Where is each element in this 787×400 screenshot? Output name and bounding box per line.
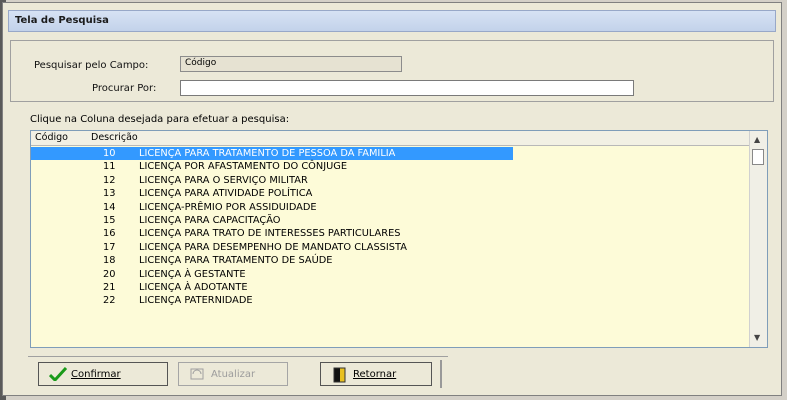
back-button[interactable]: Retornar: [320, 362, 432, 386]
row-description: LICENÇA À GESTANTE: [139, 268, 246, 280]
row-description: LICENÇA PARA O SERVIÇO MILITAR: [139, 174, 308, 186]
refresh-button[interactable]: Atualizar: [178, 362, 288, 386]
table-row[interactable]: 10 LICENÇA PARA TRATAMENTO DE PESSOA DA F…: [31, 147, 513, 161]
table-row[interactable]: 14 LICENÇA-PRÊMIO POR ASSIDUIDADE: [31, 201, 751, 214]
row-code: 12: [103, 174, 116, 186]
table-row[interactable]: 11 LICENÇA POR AFASTAMENTO DO CÔNJUGE: [31, 160, 751, 173]
row-code: 10: [103, 148, 116, 159]
search-field-display: Código: [180, 56, 402, 72]
row-code: 13: [103, 188, 116, 200]
row-code: 15: [103, 214, 116, 226]
row-code: 16: [103, 228, 116, 240]
row-description: LICENÇA PARA TRATO DE INTERESSES PARTICU…: [139, 228, 401, 240]
row-description: LICENÇA PATERNIDADE: [139, 295, 253, 307]
table-row[interactable]: 16 LICENÇA PARA TRATO DE INTERESSES PARTI…: [31, 227, 751, 240]
row-code: 14: [103, 201, 116, 213]
table-row[interactable]: 20 LICENÇA À GESTANTE: [31, 268, 751, 281]
door-exit-icon: [331, 367, 347, 383]
table-row[interactable]: 13 LICENÇA PARA ATIVIDADE POLÍTICA: [31, 187, 751, 200]
row-description: LICENÇA PARA TRATAMENTO DE SAÚDE: [139, 255, 333, 267]
scroll-up-arrow-icon[interactable]: ▲: [754, 135, 760, 144]
confirm-button-label: Confirmar: [71, 368, 121, 380]
grid-header: Código Descrição: [31, 131, 751, 146]
row-description: LICENÇA À ADOTANTE: [139, 281, 248, 293]
checkmark-icon: [48, 366, 68, 383]
table-row[interactable]: 18 LICENÇA PARA TRATAMENTO DE SAÚDE: [31, 254, 751, 267]
refresh-button-label: Atualizar: [211, 368, 256, 380]
table-row[interactable]: 21 LICENÇA À ADOTANTE: [31, 281, 751, 294]
vertical-scrollbar[interactable]: ▲ ▼: [749, 131, 767, 347]
row-code: 22: [103, 295, 116, 307]
row-description: LICENÇA PARA DESEMPENHO DE MANDATO CLASS…: [139, 241, 407, 253]
row-code: 11: [103, 161, 116, 173]
scroll-thumb[interactable]: [752, 149, 764, 165]
table-row[interactable]: 15 LICENÇA PARA CAPACITAÇÃO: [31, 214, 751, 227]
confirm-button[interactable]: Confirmar: [38, 362, 168, 386]
row-code: 17: [103, 241, 116, 253]
row-description: LICENÇA PARA ATIVIDADE POLÍTICA: [139, 188, 313, 200]
search-query-input[interactable]: [180, 80, 634, 96]
column-header-code[interactable]: Código: [35, 132, 68, 143]
row-code: 20: [103, 268, 116, 280]
row-description: LICENÇA-PRÊMIO POR ASSIDUIDADE: [139, 201, 317, 213]
row-description: LICENÇA POR AFASTAMENTO DO CÔNJUGE: [139, 161, 348, 173]
table-row[interactable]: 22 LICENÇA PATERNIDADE: [31, 294, 751, 307]
button-separator: [440, 360, 442, 388]
grid-hint: Clique na Coluna desejada para efetuar a…: [30, 114, 290, 125]
row-description: LICENÇA PARA TRATAMENTO DE PESSOA DA FAM…: [139, 148, 396, 159]
query-label: Procurar Por:: [92, 83, 157, 94]
field-label: Pesquisar pelo Campo:: [34, 60, 149, 71]
scroll-down-arrow-icon[interactable]: ▼: [754, 333, 760, 342]
column-header-description[interactable]: Descrição: [91, 132, 138, 143]
row-code: 21: [103, 281, 116, 293]
table-row[interactable]: 12 LICENÇA PARA O SERVIÇO MILITAR: [31, 174, 751, 187]
row-code: 18: [103, 255, 116, 267]
window-title-bar: Tela de Pesquisa: [8, 10, 776, 32]
grid-rows: 10 LICENÇA PARA TRATAMENTO DE PESSOA DA F…: [31, 147, 751, 308]
results-grid[interactable]: Código Descrição 10 LICENÇA PARA TRATAMEN…: [30, 130, 768, 348]
row-description: LICENÇA PARA CAPACITAÇÃO: [139, 214, 281, 226]
refresh-icon: [189, 367, 205, 381]
window-title: Tela de Pesquisa: [15, 15, 109, 26]
back-button-label: Retornar: [353, 368, 397, 380]
table-row[interactable]: 17 LICENÇA PARA DESEMPENHO DE MANDATO CLA…: [31, 241, 751, 254]
